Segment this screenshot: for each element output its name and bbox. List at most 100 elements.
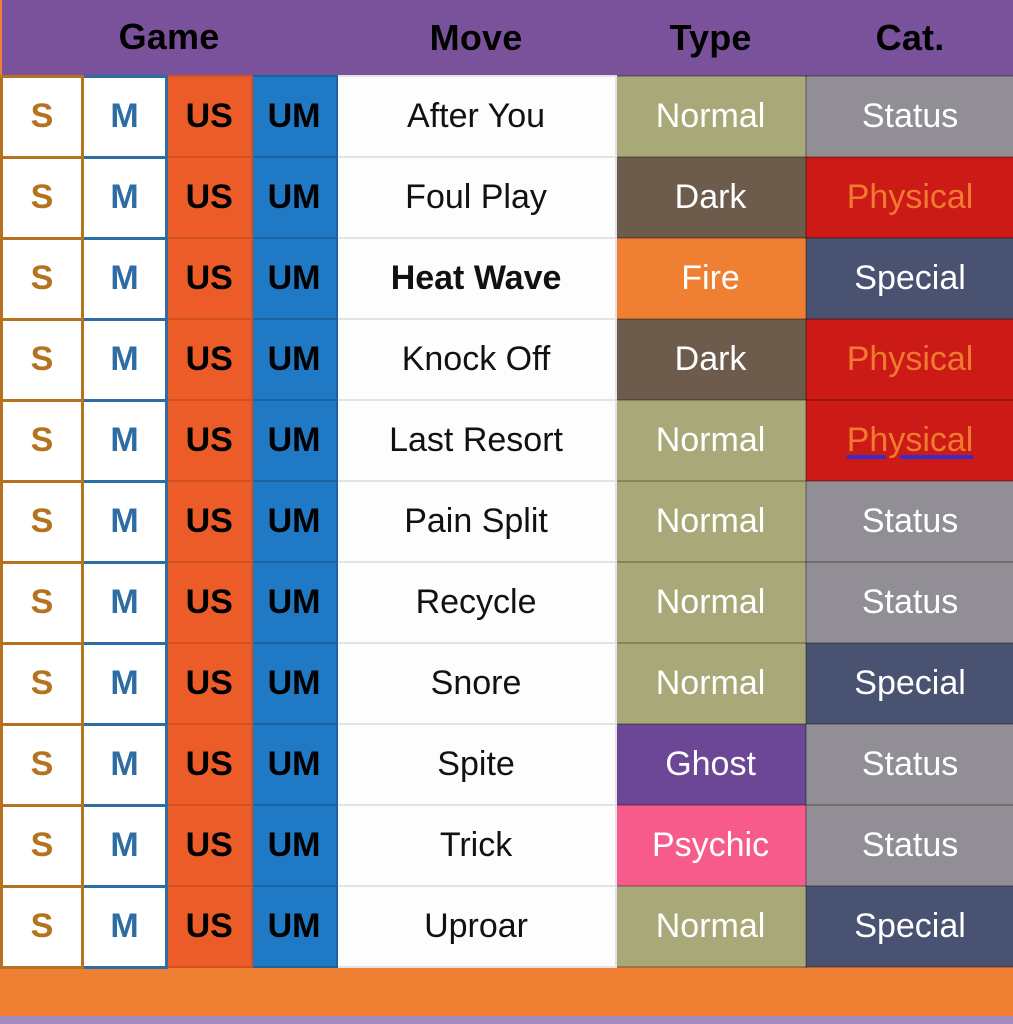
page-root: Game Move Type Cat. S M US UM After You Norma… — [0, 0, 1013, 1024]
game-badge-us[interactable]: US — [165, 885, 253, 968]
game-badge-us[interactable]: US — [165, 237, 253, 320]
game-badge-um[interactable]: UM — [250, 318, 338, 401]
move-name-cell[interactable]: Heat Wave — [335, 237, 617, 320]
game-badge-s[interactable]: S — [0, 560, 84, 645]
game-badge-s[interactable]: S — [0, 479, 84, 564]
column-header-move: Move — [336, 0, 616, 76]
game-badge-m[interactable]: M — [81, 317, 168, 402]
category-badge-cell: Status — [804, 480, 1013, 563]
category-link[interactable]: Physical — [847, 421, 974, 459]
category-badge-cell[interactable]: Physical — [804, 399, 1013, 482]
game-badge-s[interactable]: S — [0, 803, 84, 888]
game-badge-m[interactable]: M — [81, 884, 168, 969]
category-label: Physical — [846, 340, 974, 378]
game-badge-m[interactable]: M — [81, 398, 168, 483]
move-name-cell[interactable]: Foul Play — [335, 156, 617, 239]
game-badge-us[interactable]: US — [165, 480, 253, 563]
table-row: S M US UM Spite Ghost Status — [0, 722, 1013, 807]
table-header-row: Game Move Type Cat. — [1, 0, 1013, 76]
game-badge-um[interactable]: UM — [250, 885, 338, 968]
table-row: S M US UM Recycle Normal Status — [0, 560, 1013, 645]
category-label: Status — [861, 97, 959, 135]
game-badge-um[interactable]: UM — [250, 561, 338, 644]
table-row: S M US UM Knock Off Dark Physical — [0, 317, 1013, 402]
table-row: S M US UM Foul Play Dark Physical — [0, 155, 1013, 240]
table-row: S M US UM Last Resort Normal Physical — [0, 398, 1013, 483]
category-label: Special — [854, 259, 966, 297]
bottom-purple-strip — [0, 1016, 1013, 1024]
table-row: S M US UM After You Normal Status — [0, 74, 1013, 159]
game-badge-um[interactable]: UM — [250, 723, 338, 806]
game-badge-m[interactable]: M — [81, 236, 168, 321]
bottom-orange-band — [0, 972, 1013, 1016]
category-badge-cell: Physical — [804, 318, 1013, 401]
type-badge-cell: Normal — [614, 885, 807, 968]
move-name-cell[interactable]: Trick — [335, 804, 617, 887]
game-badge-m[interactable]: M — [81, 479, 168, 564]
game-badge-us[interactable]: US — [165, 399, 253, 482]
game-badge-us[interactable]: US — [165, 723, 253, 806]
game-badge-m[interactable]: M — [81, 641, 168, 726]
move-name-cell[interactable]: Spite — [335, 723, 617, 806]
type-badge-cell: Normal — [614, 399, 807, 482]
move-list-table: Game Move Type Cat. S M US UM After You Norma… — [0, 0, 1013, 969]
category-badge-cell: Special — [804, 885, 1013, 968]
category-label: Status — [861, 826, 959, 864]
game-badge-s[interactable]: S — [0, 398, 84, 483]
game-badge-um[interactable]: UM — [250, 480, 338, 563]
move-name-cell[interactable]: Knock Off — [335, 318, 617, 401]
type-badge-cell: Normal — [614, 561, 807, 644]
game-badge-us[interactable]: US — [165, 642, 253, 725]
game-badge-um[interactable]: UM — [250, 399, 338, 482]
game-badge-s[interactable]: S — [0, 74, 84, 159]
move-name-cell[interactable]: Pain Split — [335, 480, 617, 563]
type-badge-cell: Normal — [614, 480, 807, 563]
type-badge-cell: Dark — [614, 318, 807, 401]
game-badge-m[interactable]: M — [81, 722, 168, 807]
category-badge-cell: Special — [804, 237, 1013, 320]
category-label: Status — [861, 583, 959, 621]
category-label: Status — [861, 502, 959, 540]
category-label: Special — [854, 664, 966, 702]
move-name-cell[interactable]: Last Resort — [335, 399, 617, 482]
game-badge-s[interactable]: S — [0, 641, 84, 726]
category-badge-cell: Special — [804, 642, 1013, 725]
game-badge-m[interactable]: M — [81, 803, 168, 888]
game-badge-um[interactable]: UM — [250, 237, 338, 320]
column-header-category: Cat. — [805, 0, 1013, 76]
category-badge-cell: Status — [804, 723, 1013, 806]
game-badge-us[interactable]: US — [165, 804, 253, 887]
category-badge-cell: Physical — [804, 156, 1013, 239]
game-badge-m[interactable]: M — [81, 155, 168, 240]
type-badge-cell: Ghost — [614, 723, 807, 806]
type-badge-cell: Normal — [614, 75, 807, 158]
move-name-cell[interactable]: After You — [335, 75, 617, 158]
move-name-cell[interactable]: Uproar — [335, 885, 617, 968]
game-badge-m[interactable]: M — [81, 560, 168, 645]
type-badge-cell: Fire — [614, 237, 807, 320]
game-badge-um[interactable]: UM — [250, 804, 338, 887]
column-header-game: Game — [1, 0, 337, 76]
category-label: Physical — [846, 178, 974, 216]
game-badge-s[interactable]: S — [0, 236, 84, 321]
game-badge-us[interactable]: US — [165, 75, 253, 158]
game-badge-us[interactable]: US — [165, 318, 253, 401]
table-row: S M US UM Snore Normal Special — [0, 641, 1013, 726]
table-row: S M US UM Pain Split Normal Status — [0, 479, 1013, 564]
table-row: S M US UM Trick Psychic Status — [0, 803, 1013, 888]
game-badge-s[interactable]: S — [0, 884, 84, 969]
type-badge-cell: Psychic — [614, 804, 807, 887]
game-badge-um[interactable]: UM — [250, 75, 338, 158]
game-badge-s[interactable]: S — [0, 155, 84, 240]
game-badge-um[interactable]: UM — [250, 642, 338, 725]
move-name-cell[interactable]: Recycle — [335, 561, 617, 644]
category-label: Status — [861, 745, 959, 783]
game-badge-um[interactable]: UM — [250, 156, 338, 239]
game-badge-m[interactable]: M — [81, 74, 168, 159]
move-name-cell[interactable]: Snore — [335, 642, 617, 725]
category-badge-cell: Status — [804, 75, 1013, 158]
game-badge-s[interactable]: S — [0, 317, 84, 402]
game-badge-us[interactable]: US — [165, 561, 253, 644]
game-badge-s[interactable]: S — [0, 722, 84, 807]
game-badge-us[interactable]: US — [165, 156, 253, 239]
